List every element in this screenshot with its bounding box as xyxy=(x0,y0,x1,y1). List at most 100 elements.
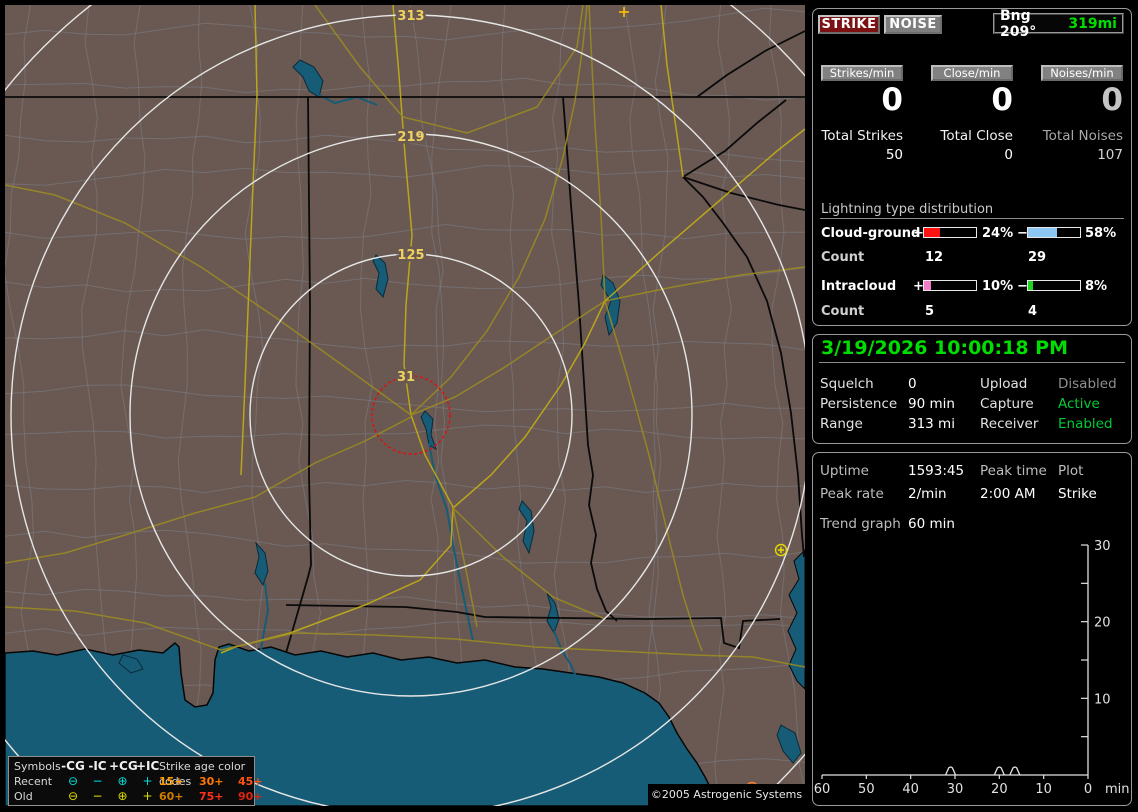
circle-minus-icon: ⊖ xyxy=(67,789,79,803)
trend-axis-tick-label: 60 xyxy=(814,782,830,797)
range-ring-label: 31 xyxy=(397,370,415,385)
rate-value: 0 xyxy=(1101,82,1123,118)
status-value: Enabled xyxy=(1058,416,1113,432)
plus-icon: + xyxy=(142,774,153,788)
counter-column-close-min: Close/min 0 Total Close 0 xyxy=(909,62,1013,163)
negative-bar xyxy=(1027,280,1081,291)
counter-label-button[interactable]: Close/min xyxy=(931,65,1013,81)
range-ring-label: 125 xyxy=(397,248,424,263)
distribution-row-cloud-ground: Cloud-ground +24% −58% xyxy=(821,226,1125,241)
trend-axis-tick-label: 0 xyxy=(1084,782,1092,797)
strike-mode-button[interactable]: STRIKE xyxy=(818,15,880,34)
positive-count: 5 xyxy=(925,304,935,319)
divider xyxy=(819,362,1125,363)
setting-label: Persistence xyxy=(820,396,898,412)
peak-time-label: Peak time xyxy=(980,463,1047,479)
legend-row-name: Recent xyxy=(14,775,53,788)
divider xyxy=(820,218,1124,219)
peak-rate-value: 2/min xyxy=(908,486,947,502)
status-value: Disabled xyxy=(1058,376,1117,392)
setting-value: 313 mi xyxy=(908,416,955,432)
age-code: 60+ xyxy=(159,790,184,803)
plot-value: Strike xyxy=(1058,486,1097,502)
legend-row-recent: Recent ⊖ − ⊕ +15+ 30+ 45+ xyxy=(14,774,263,789)
copyright-text: ©2005 Astrogenic Systems xyxy=(648,784,805,806)
map-canvas[interactable]: 313 219 125 31 xyxy=(5,5,805,806)
trend-axis-tick-label: 30 xyxy=(947,782,964,797)
rate-value: 0 xyxy=(991,82,1013,118)
positive-count: 12 xyxy=(925,250,944,265)
minus-icon: − xyxy=(92,774,103,788)
trend-graph-value: 60 min xyxy=(908,516,955,532)
trend-axis-tick-label: min xyxy=(1105,782,1130,797)
app-window: { "panel": { "buttons": { "strike": "STR… xyxy=(0,0,1138,812)
positive-pct: 10% xyxy=(982,279,1014,294)
uptime-label: Uptime xyxy=(820,463,869,479)
cg-plus-old-strike-icon xyxy=(774,543,788,557)
setting-label: Range xyxy=(820,416,863,432)
plot-label: Plot xyxy=(1058,463,1084,479)
total-value: 107 xyxy=(1097,147,1123,163)
range-ring-label: 313 xyxy=(397,9,424,24)
positive-bar xyxy=(923,227,977,238)
minus-icon: − xyxy=(92,789,103,803)
trend-axis-tick-label: 20 xyxy=(1094,616,1111,631)
uptime-value: 1593:45 xyxy=(908,463,965,479)
range-ring-labels: 313 219 125 31 xyxy=(394,7,427,388)
setting-label: Squelch xyxy=(820,376,874,392)
legend-rows: Recent ⊖ − ⊕ +15+ 30+ 45+ Old ⊖ − ⊕ +60+ 75+ 90+ xyxy=(14,774,263,804)
count-label: Count xyxy=(821,304,865,319)
counter-column-noises-min: Noises/min 0 Total Noises 107 xyxy=(1019,62,1123,163)
age-code: 90+ xyxy=(238,790,263,803)
age-code: 75+ xyxy=(199,790,224,803)
legend-row-old: Old ⊖ − ⊕ +60+ 75+ 90+ xyxy=(14,789,263,804)
clock-display: 3/19/2026 10:00:18 PM xyxy=(821,337,1068,359)
positive-bar xyxy=(923,280,977,291)
negative-count: 4 xyxy=(1028,304,1038,319)
count-label: Count xyxy=(821,250,865,265)
setting-value: 0 xyxy=(908,376,917,392)
status-label: Receiver xyxy=(980,416,1039,432)
distribution-row-intracloud: Intracloud +10% −8% xyxy=(821,279,1125,294)
trend-axis-tick-label: 40 xyxy=(902,782,919,797)
bearing-readout: Bng 209° 319mi xyxy=(993,8,1124,40)
rate-value: 0 xyxy=(881,82,903,118)
plus-icon: + xyxy=(142,789,153,803)
radar-map[interactable]: 313 219 125 31 xyxy=(5,5,805,806)
negative-pct: 58% xyxy=(1085,226,1117,241)
counter-label-button[interactable]: Strikes/min xyxy=(821,65,903,81)
map-legend: Symbols -CG -IC +CG +IC Strike age color… xyxy=(8,756,263,806)
negative-bar xyxy=(1027,227,1081,238)
type-name: Cloud-ground xyxy=(821,226,921,241)
trend-graph: 30 20 10 60 50 40 30 20 10 0 min xyxy=(814,539,1130,797)
negative-pct: 8% xyxy=(1085,279,1108,294)
peak-time-value: 2:00 AM xyxy=(980,486,1036,502)
trend-axis-tick-label: 20 xyxy=(991,782,1008,797)
counter-column-strikes-min: Strikes/min 0 Total Strikes 50 xyxy=(799,62,903,163)
total-label: Total Close xyxy=(940,128,1013,144)
trend-axis-tick-label: 30 xyxy=(1094,539,1111,554)
trend-axis-tick-label: 50 xyxy=(858,782,875,797)
ic-plus-old-strike-icon xyxy=(619,7,629,17)
positive-pct: 24% xyxy=(982,226,1014,241)
legend-row-name: Old xyxy=(14,790,33,803)
circle-minus-icon: ⊖ xyxy=(67,774,79,788)
counter-label-button[interactable]: Noises/min xyxy=(1041,65,1123,81)
bearing-label: Bng 209° xyxy=(1000,7,1037,40)
trend-graph-label: Trend graph xyxy=(820,516,901,532)
distribution-title: Lightning type distribution xyxy=(821,202,994,217)
negative-count: 29 xyxy=(1028,250,1047,265)
total-label: Total Noises xyxy=(1042,128,1123,144)
legend-header-row: Symbols -CG -IC +CG +IC Strike age color… xyxy=(14,759,254,788)
type-name: Intracloud xyxy=(821,279,897,294)
trend-axis-tick-label: 10 xyxy=(1035,782,1052,797)
status-label: Upload xyxy=(980,376,1028,392)
range-ring-label: 219 xyxy=(397,130,424,145)
circle-plus-icon: ⊕ xyxy=(117,774,128,788)
total-label: Total Strikes xyxy=(821,128,903,144)
status-value: Active xyxy=(1058,396,1100,412)
setting-value: 90 min xyxy=(908,396,955,412)
noise-mode-button[interactable]: NOISE xyxy=(884,15,942,34)
age-code: 45+ xyxy=(238,775,263,788)
bearing-distance: 319mi xyxy=(1068,15,1117,32)
